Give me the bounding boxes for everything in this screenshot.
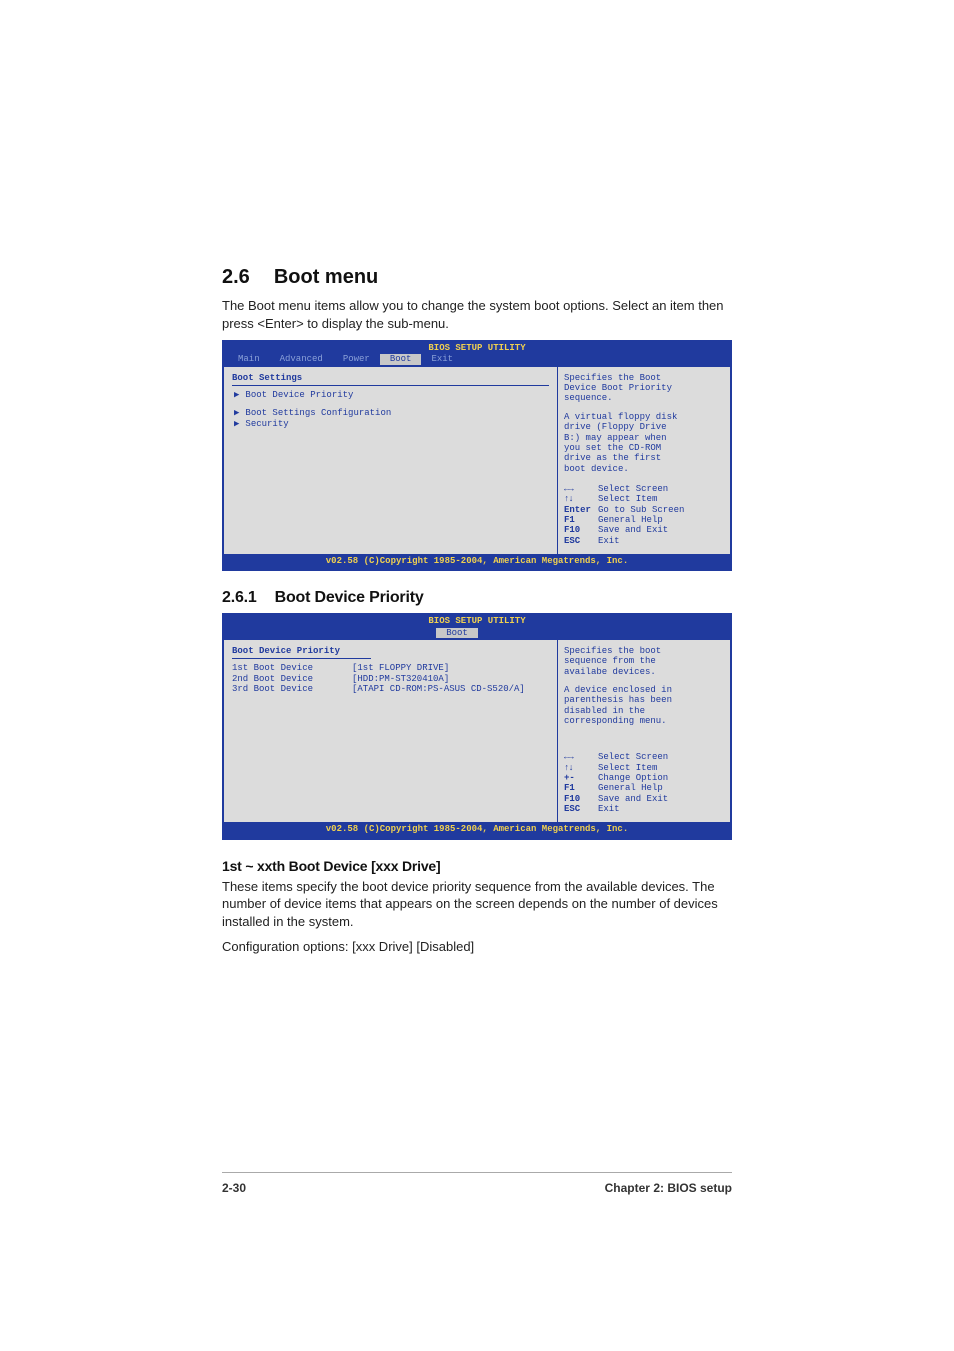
page-number: 2-30 <box>222 1181 246 1195</box>
bios-submenu-title: Boot Device Priority <box>232 646 549 656</box>
arrows-ud-icon: ↑↓ <box>564 494 598 504</box>
footer-divider <box>222 1172 732 1173</box>
key-label: F10 <box>564 525 598 535</box>
help-text: boot device. <box>564 464 724 474</box>
menu-label: Security <box>245 419 288 429</box>
menu-label: Boot Device Priority <box>245 390 353 400</box>
triangle-icon: ▶ <box>234 390 239 400</box>
help-text: A virtual floppy disk <box>564 412 724 422</box>
divider <box>232 385 549 386</box>
bios-screenshot-boot-settings: BIOS SETUP UTILITY Main Advanced Power B… <box>222 340 732 571</box>
key-desc: General Help <box>598 515 663 525</box>
page-footer: 2-30 Chapter 2: BIOS setup <box>222 1172 732 1195</box>
help-text: parenthesis has been <box>564 695 724 705</box>
help-text: disabled in the <box>564 706 724 716</box>
help-text: sequence. <box>564 393 724 403</box>
help-text: sequence from the <box>564 656 724 666</box>
boot-device-3[interactable]: 3rd Boot Device [ATAPI CD-ROM:PS-ASUS CD… <box>232 684 549 694</box>
bios-right-pane: Specifies the Boot Device Boot Priority … <box>558 367 730 554</box>
section-title: Boot menu <box>274 266 378 288</box>
help-text: availabe devices. <box>564 667 724 677</box>
bios-left-pane: Boot Device Priority 1st Boot Device [1s… <box>224 640 558 822</box>
setting-config-options: Configuration options: [xxx Drive] [Disa… <box>222 938 732 956</box>
bios-tabs: Main Advanced Power Boot Exit <box>222 354 732 366</box>
key-desc: Exit <box>598 804 620 814</box>
help-text: A device enclosed in <box>564 685 724 695</box>
key-label: F10 <box>564 794 598 804</box>
menu-boot-settings-config[interactable]: ▶ Boot Settings Configuration <box>232 408 549 418</box>
subsection-number: 2.6.1 <box>222 589 257 607</box>
key-label: Enter <box>564 505 598 515</box>
help-text: Specifies the Boot <box>564 373 724 383</box>
section-heading: 2.6 Boot menu <box>222 266 732 289</box>
bios-screenshot-boot-device-priority: BIOS SETUP UTILITY Boot Boot Device Prio… <box>222 613 732 840</box>
bios-tab-boot[interactable]: Boot <box>380 354 422 364</box>
bios-footer: v02.58 (C)Copyright 1985-2004, American … <box>222 822 732 839</box>
key-desc: General Help <box>598 783 663 793</box>
bios-title: BIOS SETUP UTILITY <box>222 340 732 354</box>
bios-right-pane: Specifies the boot sequence from the ava… <box>558 640 730 822</box>
key-label: F1 <box>564 783 598 793</box>
key-desc: Change Option <box>598 773 668 783</box>
key-desc: Select Item <box>598 494 657 504</box>
device-value: [HDD:PM-ST320410A] <box>352 674 449 684</box>
help-text: corresponding menu. <box>564 716 724 726</box>
bios-submenu-title: Boot Settings <box>232 373 549 383</box>
bios-tabs: Boot <box>222 628 732 640</box>
help-text: drive as the first <box>564 453 724 463</box>
key-desc: Select Screen <box>598 484 668 494</box>
divider <box>232 658 371 659</box>
bios-tab-advanced[interactable]: Advanced <box>270 354 333 364</box>
key-label: ESC <box>564 804 598 814</box>
triangle-icon: ▶ <box>234 419 239 429</box>
arrows-ud-icon: ↑↓ <box>564 763 598 773</box>
menu-label: Boot Settings Configuration <box>245 408 391 418</box>
bios-footer: v02.58 (C)Copyright 1985-2004, American … <box>222 554 732 571</box>
help-text: Specifies the boot <box>564 646 724 656</box>
key-desc: Go to Sub Screen <box>598 505 684 515</box>
key-desc: Exit <box>598 536 620 546</box>
section-number: 2.6 <box>222 266 250 289</box>
menu-security[interactable]: ▶ Security <box>232 419 549 429</box>
key-desc: Select Item <box>598 763 657 773</box>
device-value: [1st FLOPPY DRIVE] <box>352 663 449 673</box>
bios-tab-boot[interactable]: Boot <box>436 628 478 638</box>
boot-device-2[interactable]: 2nd Boot Device [HDD:PM-ST320410A] <box>232 674 549 684</box>
bios-title: BIOS SETUP UTILITY <box>222 613 732 627</box>
key-desc: Save and Exit <box>598 794 668 804</box>
help-text: drive (Floppy Drive <box>564 422 724 432</box>
device-value: [ATAPI CD-ROM:PS-ASUS CD-S520/A] <box>352 684 525 694</box>
bios-left-pane: Boot Settings ▶ Boot Device Priority ▶ B… <box>224 367 558 554</box>
key-desc: Select Screen <box>598 752 668 762</box>
triangle-icon: ▶ <box>234 408 239 418</box>
key-label: +- <box>564 773 598 783</box>
bios-tab-power[interactable]: Power <box>333 354 380 364</box>
setting-heading: 1st ~ xxth Boot Device [xxx Drive] <box>222 858 732 874</box>
bios-tab-main[interactable]: Main <box>228 354 270 364</box>
setting-description: These items specify the boot device prio… <box>222 878 732 931</box>
help-text: B:) may appear when <box>564 433 724 443</box>
key-label: F1 <box>564 515 598 525</box>
help-text: you set the CD-ROM <box>564 443 724 453</box>
subsection-heading: 2.6.1 Boot Device Priority <box>222 589 732 607</box>
key-label: ESC <box>564 536 598 546</box>
device-label: 2nd Boot Device <box>232 674 352 684</box>
arrows-lr-icon: ←→ <box>564 484 598 494</box>
menu-boot-device-priority[interactable]: ▶ Boot Device Priority <box>232 390 549 400</box>
help-text: Device Boot Priority <box>564 383 724 393</box>
bios-key-legend: ←→Select Screen ↑↓Select Item EnterGo to… <box>564 484 724 546</box>
device-label: 1st Boot Device <box>232 663 352 673</box>
key-desc: Save and Exit <box>598 525 668 535</box>
intro-paragraph: The Boot menu items allow you to change … <box>222 297 732 332</box>
device-label: 3rd Boot Device <box>232 684 352 694</box>
bios-tab-exit[interactable]: Exit <box>421 354 463 364</box>
chapter-label: Chapter 2: BIOS setup <box>605 1181 732 1195</box>
arrows-lr-icon: ←→ <box>564 752 598 762</box>
subsection-title: Boot Device Priority <box>275 589 424 606</box>
boot-device-1[interactable]: 1st Boot Device [1st FLOPPY DRIVE] <box>232 663 549 673</box>
bios-key-legend: ←→Select Screen ↑↓Select Item +-Change O… <box>564 752 724 814</box>
